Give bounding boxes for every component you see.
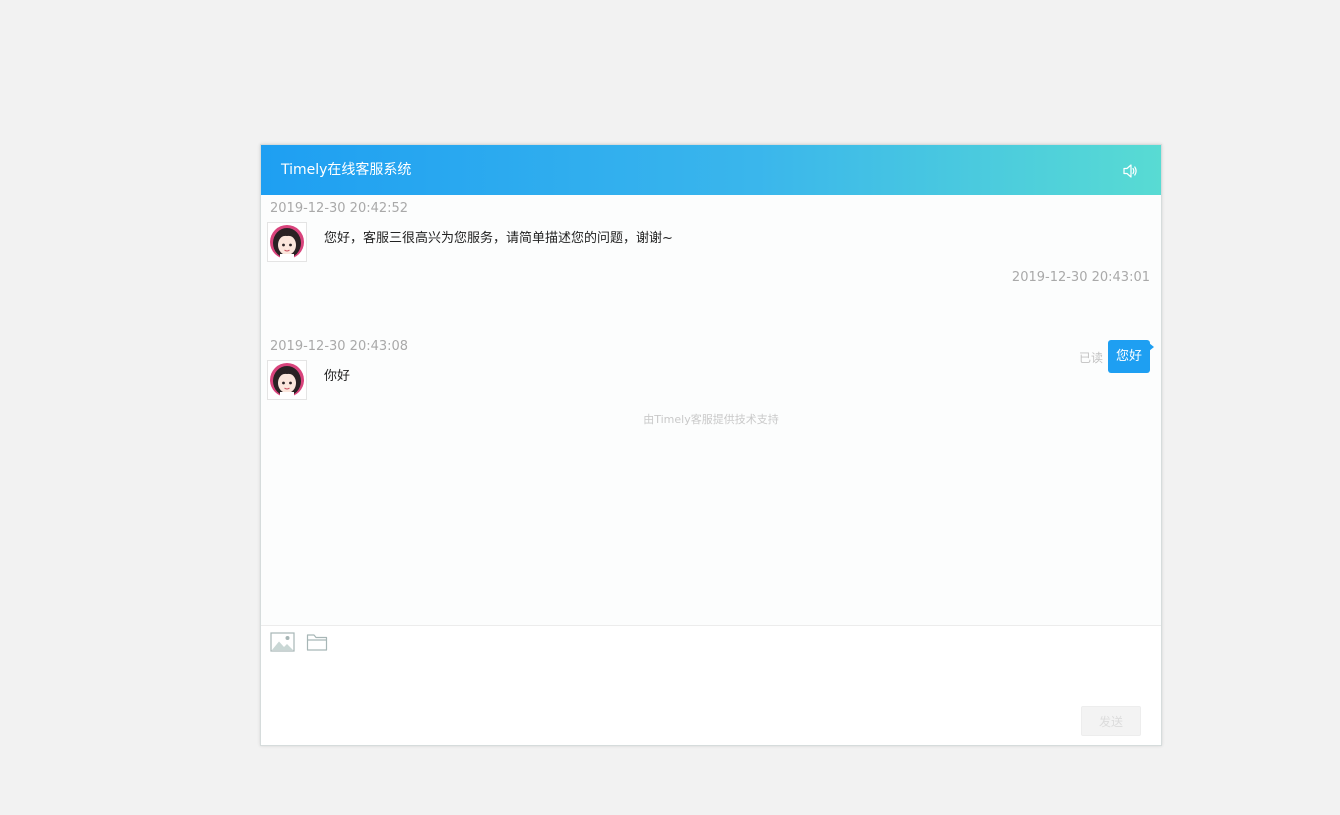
chat-header: Timely在线客服系统 — [261, 145, 1161, 195]
read-status-label: 已读 — [1078, 351, 1103, 365]
chat-window: Timely在线客服系统 2019-12-30 20:42:52 您好，客服三很… — [260, 144, 1162, 746]
agent-avatar — [267, 360, 307, 400]
user-message-bubble: 您好 — [1107, 340, 1155, 373]
folder-icon[interactable] — [306, 632, 328, 656]
powered-by-note: 由Timely客服提供技术支持 — [643, 413, 779, 426]
speaker-icon[interactable] — [1121, 162, 1139, 180]
message-timestamp: 2019-12-30 20:43:01 — [1011, 270, 1150, 285]
message-timestamp: 2019-12-30 20:43:08 — [270, 339, 409, 354]
agent-avatar — [267, 222, 307, 262]
send-button[interactable]: 发送 — [1081, 706, 1141, 736]
message-input[interactable] — [271, 658, 1075, 712]
message-timestamp: 2019-12-30 20:42:52 — [270, 201, 409, 216]
image-icon[interactable] — [270, 632, 295, 656]
agent-message-text: 你好 — [324, 369, 351, 384]
input-area: 发送 — [261, 625, 1161, 745]
message-list[interactable]: 2019-12-30 20:42:52 您好，客服三很高兴为您服务，请简单描述您… — [261, 195, 1161, 625]
header-title: Timely在线客服系统 — [281, 162, 412, 178]
agent-message-text: 您好，客服三很高兴为您服务，请简单描述您的问题，谢谢~ — [324, 231, 673, 246]
